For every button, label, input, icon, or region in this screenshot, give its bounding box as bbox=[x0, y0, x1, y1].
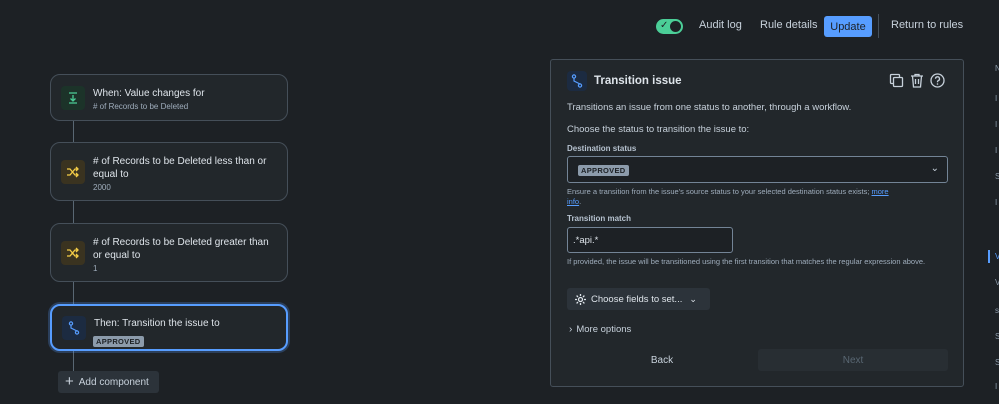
chevron-down-icon: ⌄ bbox=[930, 163, 939, 174]
copy-icon[interactable] bbox=[889, 73, 904, 93]
choose-fields-button[interactable]: Choose fields to set... ⌄ bbox=[567, 288, 710, 310]
shuffle-icon bbox=[61, 241, 85, 265]
update-button[interactable]: Update bbox=[824, 16, 872, 37]
back-button[interactable]: Back bbox=[567, 349, 757, 371]
node-title: When: Value changes for bbox=[93, 88, 205, 99]
active-indicator bbox=[988, 250, 990, 263]
more-info-link[interactable]: info bbox=[567, 197, 579, 206]
toggle-knob bbox=[670, 21, 681, 32]
transition-icon bbox=[62, 316, 86, 340]
node-title: # of Records to be Deleted less than or … bbox=[93, 156, 267, 180]
transition-match-help: If provided, the issue will be transitio… bbox=[567, 257, 926, 266]
condition-node[interactable]: # of Records to be Deleted less than or … bbox=[50, 142, 288, 201]
gear-icon bbox=[574, 293, 587, 306]
condition-node[interactable]: # of Records to be Deleted greater than … bbox=[50, 223, 288, 282]
transition-icon bbox=[567, 71, 587, 91]
connector-line bbox=[73, 121, 74, 142]
node-subtitle: # of Records to be Deleted bbox=[93, 102, 189, 111]
choose-fields-label: Choose fields to set... bbox=[591, 293, 683, 305]
connector-line bbox=[73, 282, 74, 304]
next-button[interactable]: Next bbox=[758, 349, 948, 371]
node-title: Then: Transition the issue to bbox=[94, 318, 220, 329]
panel-description: Transitions an issue from one status to … bbox=[567, 102, 852, 113]
transition-issue-panel: Transition issue Transitions an issue fr… bbox=[550, 59, 964, 387]
status-badge: APPROVED bbox=[578, 165, 629, 176]
right-edge-sidebar: N I I I S I V V s S S I bbox=[995, 64, 999, 391]
more-options-toggle[interactable]: › More options bbox=[569, 324, 631, 335]
help-icon[interactable] bbox=[930, 73, 945, 93]
transition-match-label: Transition match bbox=[567, 214, 632, 223]
panel-title: Transition issue bbox=[594, 75, 682, 87]
divider bbox=[878, 14, 879, 38]
chevron-right-icon: › bbox=[569, 324, 573, 335]
rule-enabled-toggle[interactable]: ✓ bbox=[656, 19, 683, 34]
trash-icon[interactable] bbox=[910, 73, 924, 93]
node-title: # of Records to be Deleted greater than … bbox=[93, 237, 269, 261]
action-node[interactable]: Then: Transition the issue to APPROVED bbox=[50, 304, 288, 351]
destination-help-text: Ensure a transition from the issue's sou… bbox=[567, 187, 889, 206]
chevron-down-icon: ⌄ bbox=[689, 293, 697, 304]
connector-line bbox=[73, 201, 74, 223]
destination-status-select[interactable]: APPROVED ⌄ bbox=[567, 156, 948, 183]
transition-match-input[interactable]: .*api.* bbox=[567, 227, 733, 253]
destination-status-label: Destination status bbox=[567, 144, 637, 153]
rule-details-link[interactable]: Rule details bbox=[760, 19, 817, 31]
check-icon: ✓ bbox=[660, 20, 669, 31]
status-badge: APPROVED bbox=[93, 336, 144, 347]
plus-icon: + bbox=[65, 373, 74, 390]
node-value: 2000 bbox=[93, 183, 111, 192]
audit-log-link[interactable]: Audit log bbox=[699, 19, 742, 31]
add-component-label: Add component bbox=[78, 376, 149, 388]
more-info-link[interactable]: more bbox=[872, 187, 889, 196]
download-arrow-icon bbox=[61, 86, 85, 110]
shuffle-icon bbox=[61, 160, 85, 184]
trigger-node[interactable]: When: Value changes for # of Records to … bbox=[50, 74, 288, 121]
node-value: 1 bbox=[93, 264, 98, 273]
add-component-button[interactable]: + Add component bbox=[58, 371, 159, 393]
connector-line bbox=[73, 351, 74, 371]
return-to-rules-link[interactable]: Return to rules bbox=[891, 19, 963, 31]
panel-question: Choose the status to transition the issu… bbox=[567, 124, 750, 135]
